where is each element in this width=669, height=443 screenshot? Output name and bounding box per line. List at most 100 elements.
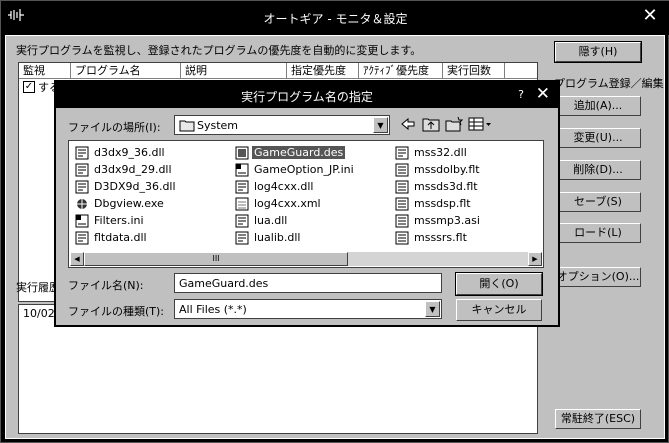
xml-icon bbox=[235, 197, 249, 210]
dll-icon bbox=[235, 180, 249, 193]
flt-icon bbox=[395, 214, 409, 227]
file-name: lua.dll bbox=[254, 214, 288, 227]
change-button[interactable]: 変更(U)... bbox=[555, 128, 641, 148]
col-priority[interactable]: 指定優先度 bbox=[287, 63, 359, 78]
file-item[interactable]: mss32.dll bbox=[395, 144, 469, 161]
file-name: fltdata.dll bbox=[94, 231, 147, 244]
file-name: GameOption_JP.ini bbox=[254, 163, 354, 176]
flt-icon bbox=[395, 180, 409, 193]
program-list-header: 監視 プログラム名 説明 指定優先度 ｱｸﾃｨﾌﾞ優先度 実行回数 bbox=[19, 63, 537, 79]
file-item[interactable]: GameGuard.des bbox=[235, 144, 346, 161]
flt-icon bbox=[395, 231, 409, 244]
file-name: Dbgview.exe bbox=[94, 197, 164, 210]
filetype-label: ファイルの種類(T): bbox=[68, 305, 165, 318]
exit-resident-button[interactable]: 常駐終了(ESC) bbox=[555, 409, 641, 429]
load-button[interactable]: ロード(L) bbox=[555, 223, 641, 243]
file-name: log4cxx.xml bbox=[254, 197, 321, 210]
monitor-checkbox[interactable]: ✓ bbox=[23, 81, 35, 93]
dll-icon bbox=[75, 231, 89, 244]
file-open-dialog: 実行プログラム名の指定 ? ✕ ファイルの場所(I): System ▼ d3d… bbox=[54, 80, 560, 327]
delete-button[interactable]: 削除(D)... bbox=[555, 160, 641, 180]
open-button[interactable]: 開く(O) bbox=[455, 272, 543, 296]
dll-icon bbox=[235, 214, 249, 227]
file-item[interactable]: lua.dll bbox=[235, 212, 289, 229]
file-name: log4cxx.dll bbox=[254, 180, 314, 193]
scroll-right-icon[interactable]: ▶ bbox=[528, 252, 542, 266]
file-item[interactable]: mssmp3.asi bbox=[395, 212, 482, 229]
file-name: mssds3d.flt bbox=[414, 180, 478, 193]
ini-icon bbox=[235, 163, 249, 176]
file-item[interactable]: mssdsp.flt bbox=[395, 195, 473, 212]
file-item[interactable]: d3dx9d_29.dll bbox=[75, 161, 174, 178]
file-name: mssmp3.asi bbox=[414, 214, 480, 227]
dialog-titlebar: 実行プログラム名の指定 ? ✕ bbox=[56, 82, 558, 108]
file-item[interactable]: msssrs.flt bbox=[395, 229, 469, 246]
chevron-down-icon[interactable]: ▼ bbox=[373, 117, 388, 133]
scroll-left-icon[interactable]: ◀ bbox=[70, 252, 84, 266]
dll-icon bbox=[75, 146, 89, 159]
filename-input[interactable]: GameGuard.des bbox=[174, 273, 442, 293]
file-name: mss32.dll bbox=[414, 146, 467, 159]
file-name: msssrs.flt bbox=[414, 231, 467, 244]
main-titlebar: オートギア - モニタ＆設定 ✕ bbox=[1, 1, 669, 35]
help-button[interactable]: ? bbox=[518, 88, 524, 101]
file-item[interactable]: Dbgview.exe bbox=[75, 195, 166, 212]
ini-icon bbox=[75, 214, 89, 227]
file-item[interactable]: log4cxx.dll bbox=[235, 178, 315, 195]
dialog-title: 実行プログラム名の指定 bbox=[241, 90, 373, 104]
horizontal-scrollbar[interactable]: ◀ III ▶ bbox=[70, 252, 542, 266]
col-run-count[interactable]: 実行回数 bbox=[443, 63, 505, 78]
file-name: mssdsp.flt bbox=[414, 197, 471, 210]
col-monitor[interactable]: 監視 bbox=[19, 63, 71, 78]
file-name: D3DX9d_36.dll bbox=[94, 180, 176, 193]
file-item[interactable]: Filters.ini bbox=[75, 212, 146, 229]
des-icon bbox=[235, 146, 249, 159]
add-button[interactable]: 追加(A)... bbox=[555, 96, 641, 116]
file-name: d3dx9_36.dll bbox=[94, 146, 165, 159]
file-item[interactable]: GameOption_JP.ini bbox=[235, 161, 356, 178]
file-name: Filters.ini bbox=[94, 214, 144, 227]
description-text: 実行プログラムを監視し、登録されたプログラムの優先度を自動的に変更します。 bbox=[16, 44, 422, 57]
col-active-priority[interactable]: ｱｸﾃｨﾌﾞ優先度 bbox=[359, 63, 443, 78]
main-title: オートギア - モニタ＆設定 bbox=[263, 12, 408, 26]
file-item[interactable]: mssds3d.flt bbox=[395, 178, 480, 195]
dll-icon bbox=[395, 146, 409, 159]
col-description[interactable]: 説明 bbox=[181, 63, 287, 78]
file-item[interactable]: d3dx9_36.dll bbox=[75, 144, 167, 161]
cancel-button[interactable]: キャンセル bbox=[456, 299, 542, 321]
file-name: mssdolby.flt bbox=[414, 163, 480, 176]
file-item[interactable]: D3DX9d_36.dll bbox=[75, 178, 178, 195]
location-label: ファイルの場所(I): bbox=[68, 121, 161, 134]
hide-button[interactable]: 隠す(H) bbox=[554, 41, 642, 63]
dll-icon bbox=[235, 231, 249, 244]
main-close-button[interactable]: ✕ bbox=[638, 5, 662, 27]
file-item[interactable]: lualib.dll bbox=[235, 229, 302, 246]
col-program-name[interactable]: プログラム名 bbox=[71, 63, 181, 78]
back-arrow-icon[interactable] bbox=[399, 116, 417, 132]
file-name: lualib.dll bbox=[254, 231, 301, 244]
file-list[interactable]: d3dx9_36.dll d3dx9d_29.dll D3DX9d_36.dll Db… bbox=[68, 140, 544, 268]
file-item[interactable]: log4cxx.xml bbox=[235, 195, 323, 212]
save-button[interactable]: セーブ(S) bbox=[555, 192, 641, 212]
file-item[interactable]: mssdolby.flt bbox=[395, 161, 482, 178]
location-value: System bbox=[197, 119, 239, 132]
filetype-combo[interactable]: All Files (*.*) ▼ bbox=[174, 299, 442, 319]
file-item[interactable]: fltdata.dll bbox=[75, 229, 149, 246]
flt-icon bbox=[395, 163, 409, 176]
up-folder-icon[interactable] bbox=[422, 116, 440, 132]
flt-icon bbox=[395, 197, 409, 210]
options-button[interactable]: オプション(O)... bbox=[555, 267, 641, 287]
dll-icon bbox=[75, 163, 89, 176]
dll-icon bbox=[75, 180, 89, 193]
view-menu-icon[interactable] bbox=[468, 116, 492, 132]
dialog-close-button[interactable]: ✕ bbox=[536, 84, 550, 104]
location-combo[interactable]: System ▼ bbox=[174, 115, 390, 135]
filename-label: ファイル名(N): bbox=[68, 279, 144, 292]
scroll-thumb[interactable]: III bbox=[84, 252, 348, 266]
register-group-label: プログラム登録／編集 bbox=[554, 75, 664, 91]
new-folder-icon[interactable] bbox=[445, 116, 463, 132]
chevron-down-icon[interactable]: ▼ bbox=[425, 301, 440, 317]
filetype-value: All Files (*.*) bbox=[179, 303, 247, 316]
exe-icon bbox=[77, 198, 87, 209]
file-name: GameGuard.des bbox=[252, 146, 346, 159]
